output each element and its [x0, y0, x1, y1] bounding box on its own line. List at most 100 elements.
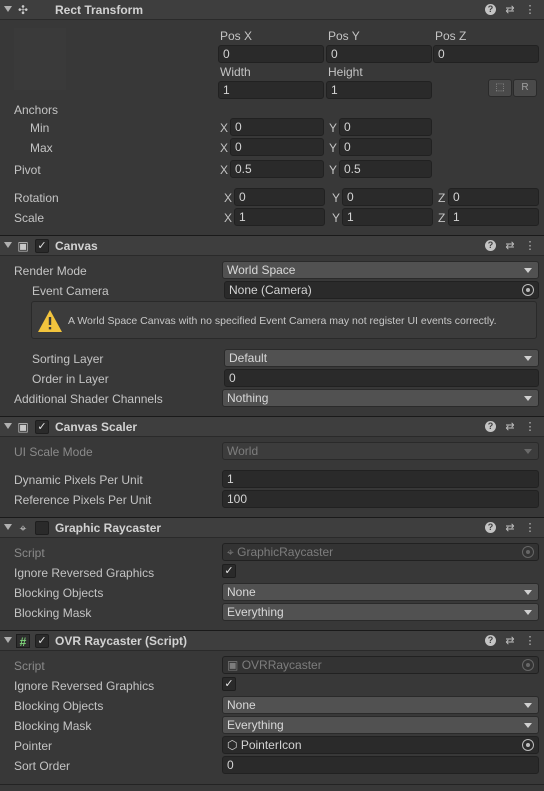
pointer-field[interactable]: ⬡ PointerIcon: [222, 736, 539, 754]
foldout-arrow-icon[interactable]: [4, 524, 12, 530]
help-icon[interactable]: ?: [485, 240, 496, 251]
object-picker-icon[interactable]: [522, 739, 534, 751]
ignore-reversed-checkbox[interactable]: ✓: [222, 677, 236, 691]
object-picker-icon[interactable]: [522, 284, 534, 296]
more-icon[interactable]: ⋮: [524, 239, 536, 253]
rotation-x-field[interactable]: 0: [234, 188, 325, 206]
height-field[interactable]: 1: [326, 81, 432, 99]
pos-y-field[interactable]: 0: [326, 45, 432, 63]
anchor-min-x-field[interactable]: 0: [230, 118, 324, 136]
csharp-script-icon: #: [16, 634, 30, 649]
axis-z-label: Z: [438, 211, 446, 225]
rotation-z-field[interactable]: 0: [448, 188, 539, 206]
component-title: Canvas Scaler: [55, 420, 138, 434]
blocking-mask-label: Blocking Mask: [14, 606, 92, 620]
presets-icon[interactable]: ⇄: [504, 521, 516, 535]
canvas-scaler-icon: ▣: [17, 420, 29, 434]
bottom-divider: [0, 784, 544, 785]
event-camera-field[interactable]: None (Camera): [224, 281, 539, 299]
pivot-label: Pivot: [14, 163, 41, 177]
order-in-layer-label: Order in Layer: [32, 372, 109, 386]
pivot-x-field[interactable]: 0.5: [230, 160, 324, 178]
anchor-min-y-field[interactable]: 0: [339, 118, 432, 136]
pointer-value: PointerIcon: [240, 738, 302, 752]
render-mode-dropdown[interactable]: World Space: [222, 261, 539, 279]
blueprint-mode-button[interactable]: ⬚: [488, 79, 512, 97]
pos-z-field[interactable]: 0: [433, 45, 539, 63]
script-icon: ▣: [227, 658, 239, 672]
script-value: OVRRaycaster: [241, 658, 322, 672]
render-mode-label: Render Mode: [14, 264, 87, 278]
scale-y-field[interactable]: 1: [342, 208, 433, 226]
component-title: OVR Raycaster (Script): [55, 634, 188, 648]
canvas-header[interactable]: ▣ ✓ Canvas ? ⇄ ⋮: [0, 235, 544, 256]
rotation-y-field[interactable]: 0: [342, 188, 433, 206]
shader-channels-label: Additional Shader Channels: [14, 392, 163, 406]
pos-z-label: Pos Z: [435, 29, 467, 43]
more-icon[interactable]: ⋮: [524, 420, 536, 434]
anchor-max-y-field[interactable]: 0: [339, 138, 432, 156]
help-icon[interactable]: ?: [485, 4, 496, 15]
presets-icon[interactable]: ⇄: [504, 420, 516, 434]
width-field[interactable]: 1: [218, 81, 324, 99]
more-icon[interactable]: ⋮: [524, 3, 536, 17]
anchors-min-label: Min: [30, 121, 50, 135]
axis-y-label: Y: [329, 141, 338, 155]
axis-x-label: X: [224, 211, 233, 225]
presets-icon[interactable]: ⇄: [504, 239, 516, 253]
dynamic-pixels-label: Dynamic Pixels Per Unit: [14, 473, 143, 487]
help-icon[interactable]: ?: [485, 522, 496, 533]
more-icon[interactable]: ⋮: [524, 521, 536, 535]
axis-x-label: X: [224, 191, 233, 205]
dynamic-pixels-field[interactable]: 1: [222, 470, 539, 488]
foldout-arrow-icon[interactable]: [4, 6, 12, 12]
help-icon[interactable]: ?: [485, 635, 496, 646]
foldout-arrow-icon[interactable]: [4, 242, 12, 248]
height-label: Height: [328, 65, 363, 79]
graphic-raycaster-header[interactable]: ⌖ Graphic Raycaster ? ⇄ ⋮: [0, 517, 544, 538]
axis-y-label: Y: [332, 211, 341, 225]
ignore-reversed-checkbox[interactable]: ✓: [222, 564, 236, 578]
foldout-arrow-icon[interactable]: [4, 423, 12, 429]
object-picker-icon: [522, 546, 534, 558]
anchor-max-x-field[interactable]: 0: [230, 138, 324, 156]
blocking-objects-value: None: [227, 585, 256, 599]
sorting-layer-dropdown[interactable]: Default: [224, 349, 539, 367]
more-icon[interactable]: ⋮: [524, 634, 536, 648]
blocking-mask-dropdown[interactable]: Everything: [222, 603, 539, 621]
ovr-raycaster-enabled-checkbox[interactable]: ✓: [35, 634, 49, 648]
rect-transform-header[interactable]: ✣ Rect Transform ? ⇄ ⋮: [0, 0, 544, 20]
canvas-enabled-checkbox[interactable]: ✓: [35, 239, 49, 253]
gameobject-icon: ⬡: [227, 738, 238, 752]
shader-channels-dropdown[interactable]: Nothing: [222, 389, 539, 407]
anchors-max-label: Max: [30, 141, 53, 155]
pos-x-field[interactable]: 0: [218, 45, 324, 63]
ui-scale-mode-value: World: [227, 444, 259, 458]
blocking-mask-dropdown[interactable]: Everything: [222, 716, 539, 734]
sort-order-field[interactable]: 0: [222, 756, 539, 774]
ovr-raycaster-header[interactable]: # ✓ OVR Raycaster (Script) ? ⇄ ⋮: [0, 630, 544, 651]
blocking-objects-dropdown[interactable]: None: [222, 583, 539, 601]
anchors-label[interactable]: Anchors: [14, 103, 58, 117]
reference-pixels-field[interactable]: 100: [222, 490, 539, 508]
axis-x-label: X: [220, 163, 229, 177]
presets-icon[interactable]: ⇄: [504, 3, 516, 17]
axis-x-label: X: [220, 121, 229, 135]
presets-icon[interactable]: ⇄: [504, 634, 516, 648]
order-in-layer-field[interactable]: 0: [224, 369, 539, 387]
scale-x-field[interactable]: 1: [234, 208, 325, 226]
ui-scale-mode-label: UI Scale Mode: [14, 445, 93, 459]
raw-edit-button[interactable]: R: [513, 79, 537, 97]
axis-x-label: X: [220, 141, 229, 155]
canvas-scaler-header[interactable]: ▣ ✓ Canvas Scaler ? ⇄ ⋮: [0, 416, 544, 437]
scale-z-field[interactable]: 1: [448, 208, 539, 226]
pivot-y-field[interactable]: 0.5: [339, 160, 432, 178]
blocking-objects-dropdown[interactable]: None: [222, 696, 539, 714]
ui-scale-mode-dropdown: World: [222, 442, 539, 460]
canvas-scaler-enabled-checkbox[interactable]: ✓: [35, 420, 49, 434]
anchor-preset-icon[interactable]: [14, 28, 66, 90]
foldout-arrow-icon[interactable]: [4, 637, 12, 643]
graphic-raycaster-enabled-checkbox[interactable]: [35, 521, 49, 535]
help-icon[interactable]: ?: [485, 421, 496, 432]
chevron-down-icon: [524, 723, 532, 728]
